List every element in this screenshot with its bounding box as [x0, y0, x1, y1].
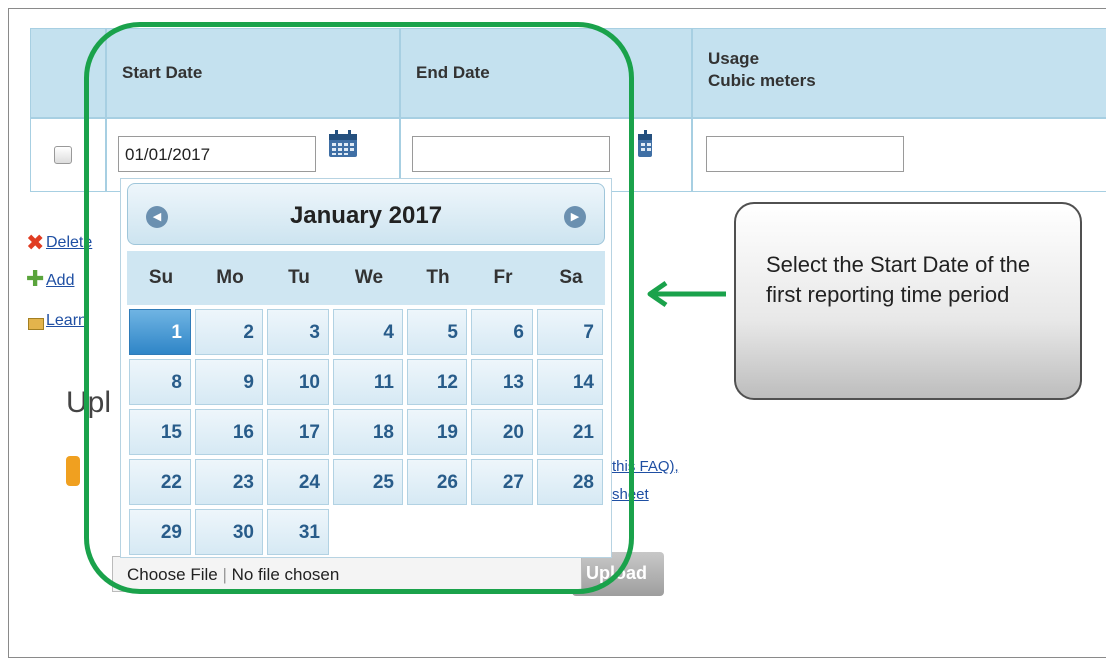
upload-section-title: Upl: [66, 386, 112, 419]
day-cell[interactable]: 3: [267, 309, 329, 355]
file-status: No file chosen: [231, 565, 340, 584]
day-cell[interactable]: 21: [537, 409, 603, 455]
add-link[interactable]: Add: [46, 272, 74, 290]
choose-file-button[interactable]: Choose File: [127, 565, 218, 584]
callout-box: Select the Start Date of the first repor…: [734, 202, 1082, 400]
datepicker-month-title: January 2017: [289, 202, 443, 229]
faq-link[interactable]: this FAQ),: [612, 458, 679, 475]
day-cell[interactable]: 31: [267, 509, 329, 555]
file-chooser[interactable]: Choose File | No file chosen: [112, 556, 582, 592]
delete-link[interactable]: Delete: [46, 234, 92, 252]
end-date-calendar-icon[interactable]: [634, 130, 654, 158]
header-usage-label: Usage: [708, 49, 760, 68]
day-cell[interactable]: 20: [471, 409, 533, 455]
header-usage-unit: Cubic meters: [708, 71, 816, 90]
day-cell[interactable]: 5: [407, 309, 467, 355]
datepicker-header: ◀ January 2017 ▶: [127, 183, 605, 245]
header-start-date: Start Date: [122, 63, 203, 82]
day-cell[interactable]: 13: [471, 359, 533, 405]
day-cell[interactable]: 7: [537, 309, 603, 355]
weekday-label: Fr: [493, 267, 513, 288]
day-cell[interactable]: 27: [471, 459, 533, 505]
datepicker: ◀ January 2017 ▶ Su Mo Tu We Th Fr Sa 12345678…: [120, 178, 612, 558]
header-end-date: End Date: [416, 63, 490, 82]
day-cell[interactable]: 24: [267, 459, 329, 505]
row-select-checkbox[interactable]: [54, 146, 72, 164]
weekday-label: Mo: [216, 267, 244, 288]
weekday-label: We: [354, 267, 384, 288]
day-cell[interactable]: 26: [407, 459, 467, 505]
day-cell[interactable]: 4: [333, 309, 403, 355]
arrow-left-icon: [647, 280, 726, 308]
weekday-label: Tu: [288, 267, 310, 288]
day-cell[interactable]: 16: [195, 409, 263, 455]
day-cell[interactable]: 6: [471, 309, 533, 355]
end-date-input[interactable]: [412, 136, 610, 172]
learn-icon: [28, 318, 44, 330]
day-cell[interactable]: 17: [267, 409, 329, 455]
learn-link[interactable]: Learn: [46, 312, 87, 330]
day-cell[interactable]: 23: [195, 459, 263, 505]
day-cell[interactable]: 30: [195, 509, 263, 555]
day-cell[interactable]: 18: [333, 409, 403, 455]
day-cell[interactable]: 11: [333, 359, 403, 405]
day-cell[interactable]: 12: [407, 359, 467, 405]
day-cell[interactable]: 29: [129, 509, 191, 555]
day-cell[interactable]: 10: [267, 359, 329, 405]
day-cell[interactable]: 15: [129, 409, 191, 455]
weekday-label: Sa: [559, 267, 583, 288]
header-checkbox-cell: [30, 28, 106, 118]
day-cell[interactable]: 14: [537, 359, 603, 405]
day-cell[interactable]: 19: [407, 409, 467, 455]
delete-icon: ✖: [26, 230, 45, 255]
next-month-icon[interactable]: ▶: [564, 206, 586, 228]
start-date-calendar-icon[interactable]: [328, 130, 358, 158]
weekday-label: Th: [426, 267, 450, 288]
day-cell[interactable]: 22: [129, 459, 191, 505]
day-cell[interactable]: 8: [129, 359, 191, 405]
day-cell[interactable]: 28: [537, 459, 603, 505]
upload-button[interactable]: Upload: [572, 552, 664, 596]
usage-input[interactable]: [706, 136, 904, 172]
day-cell[interactable]: 2: [195, 309, 263, 355]
warning-icon: [66, 456, 80, 486]
spreadsheet-link[interactable]: sheet: [612, 486, 649, 503]
add-icon: ✚: [26, 266, 45, 291]
day-cell[interactable]: 1: [129, 309, 191, 355]
weekday-label: Su: [148, 267, 174, 288]
header-usage: Usage Cubic meters: [708, 48, 816, 92]
start-date-input[interactable]: 01/01/2017: [118, 136, 316, 172]
callout-text: Select the Start Date of the first repor…: [766, 252, 1031, 307]
day-cell[interactable]: 9: [195, 359, 263, 405]
day-cell[interactable]: 25: [333, 459, 403, 505]
